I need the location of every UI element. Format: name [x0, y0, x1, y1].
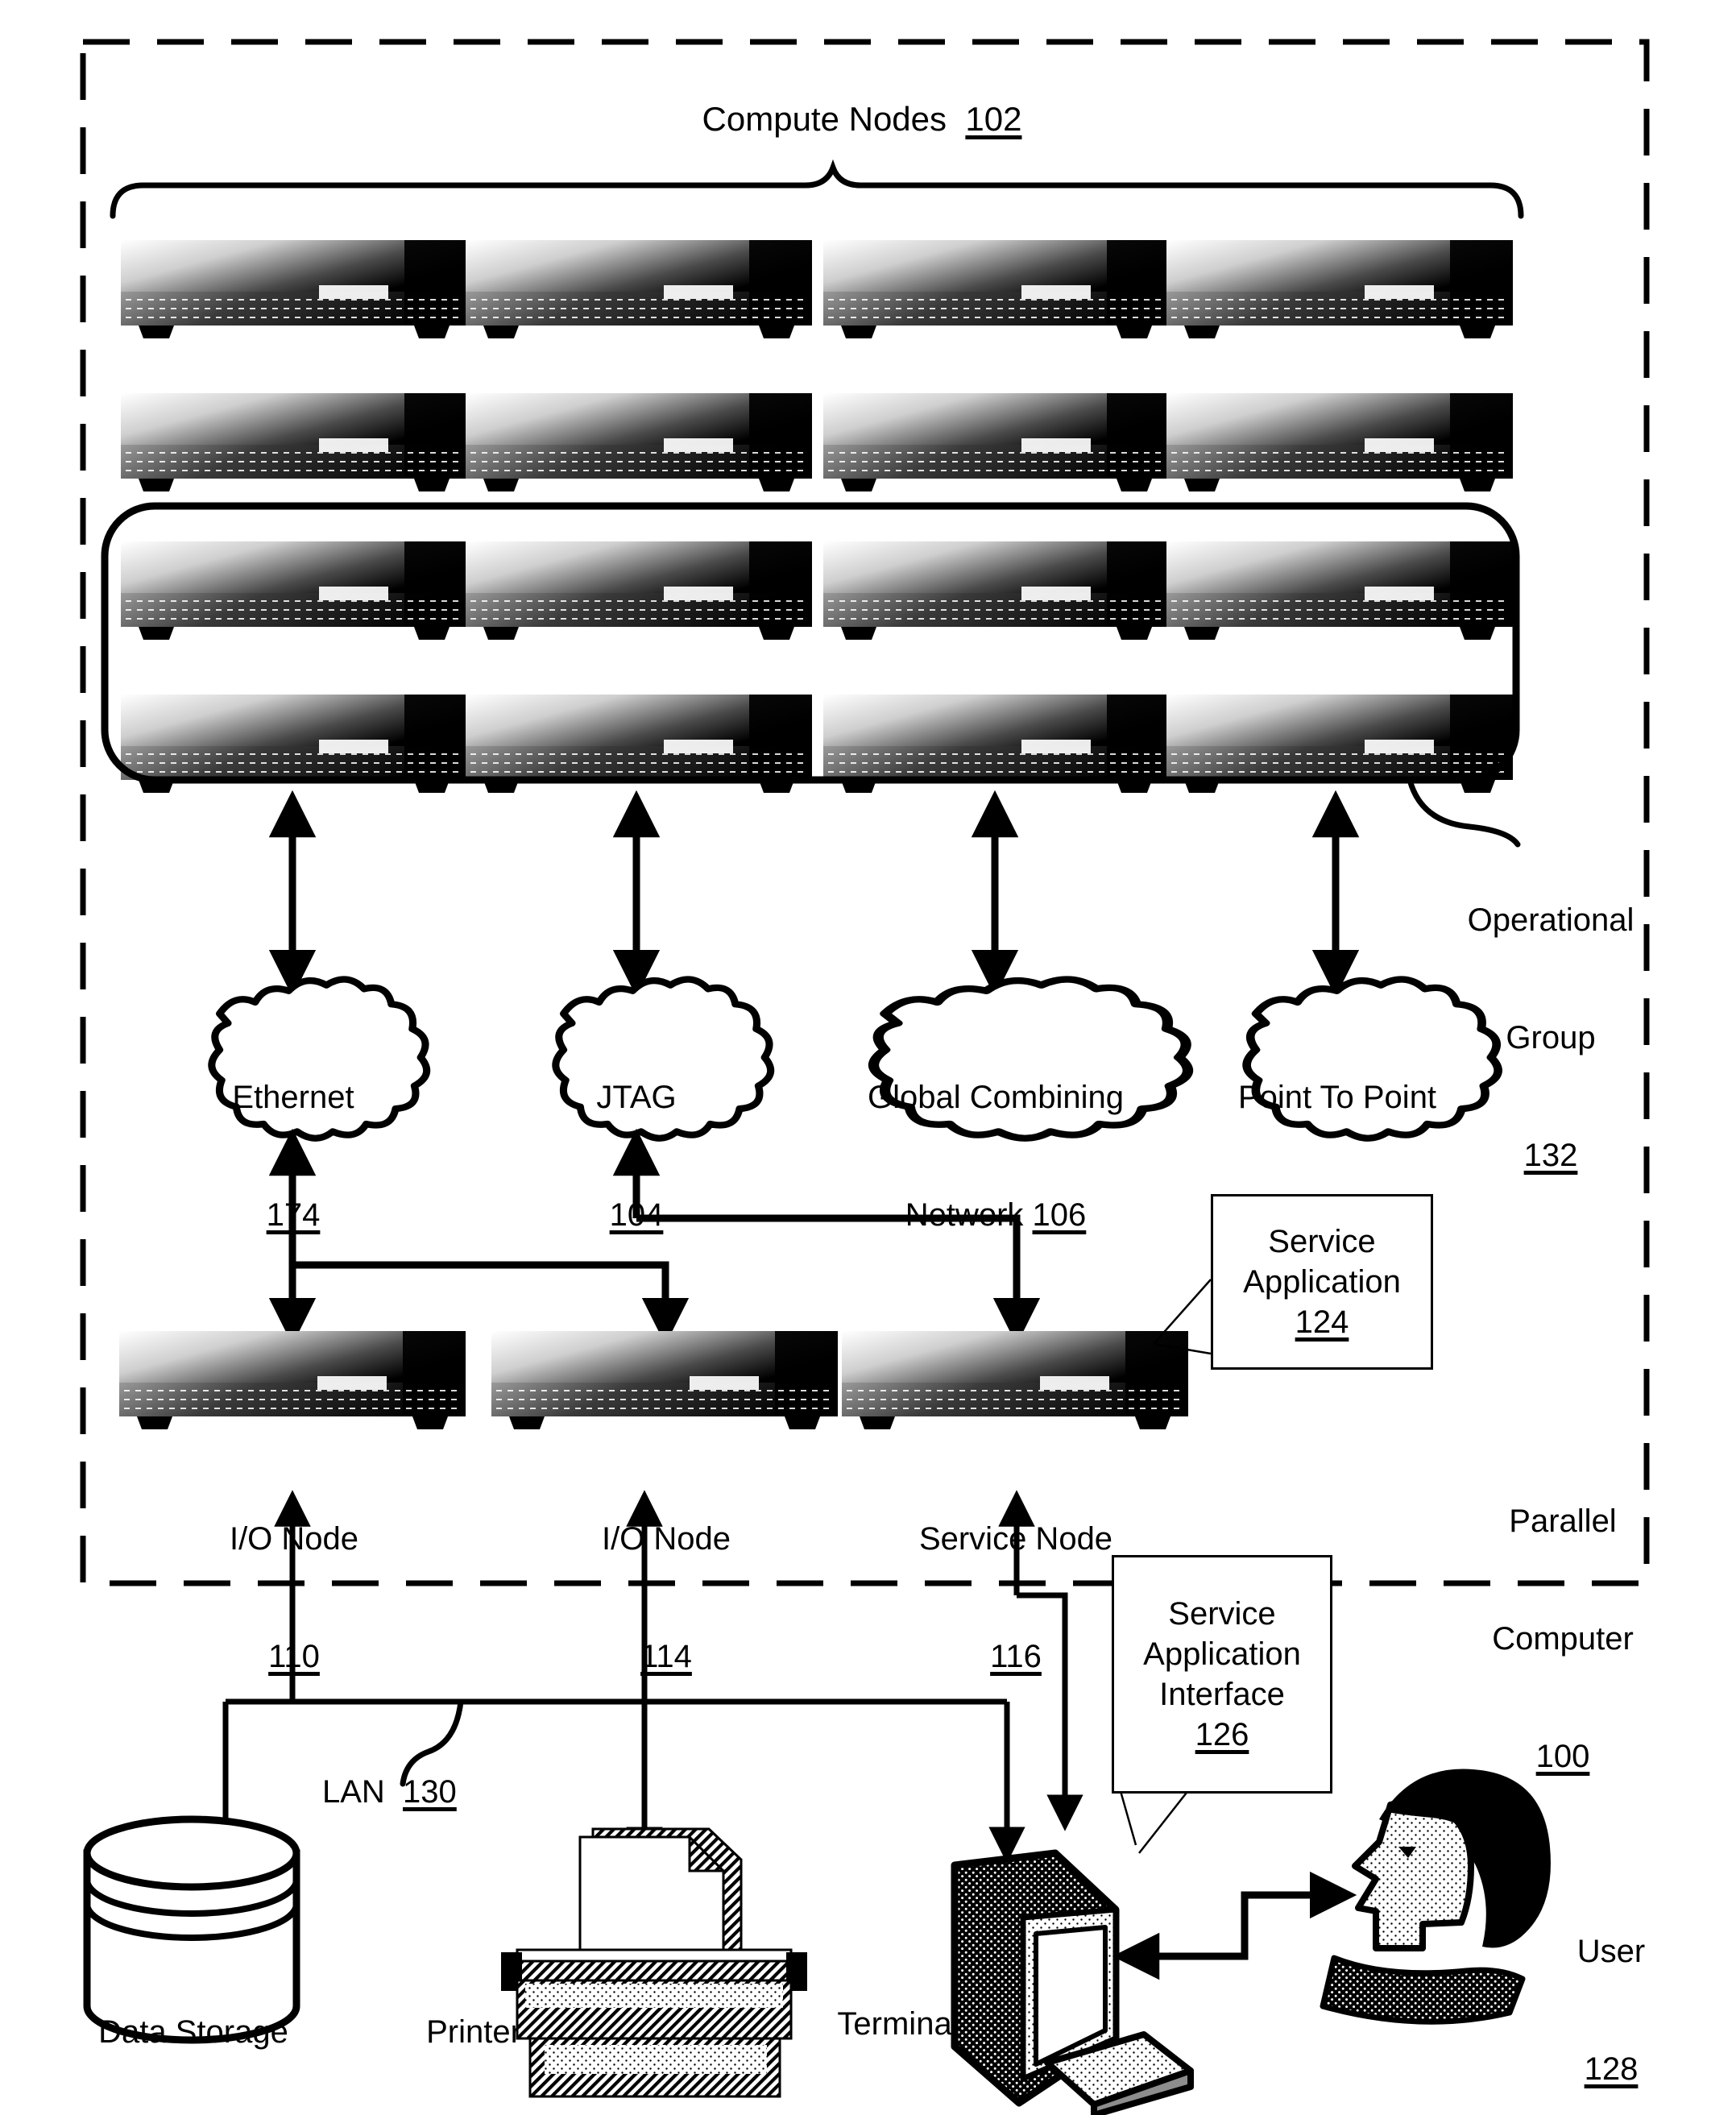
network-label-global-combining: Global Combining Network 106 [814, 999, 1178, 1313]
service-node-graphic [841, 1330, 1189, 1430]
io-node-110-label: I/O Node 110 [229, 1520, 359, 1674]
parallel-computer-num: 100 [1535, 1739, 1590, 1775]
parallel-computer-line2: Computer [1492, 1620, 1634, 1657]
network-label-jtag: JTAG 104 [596, 1079, 677, 1233]
compute-node-grid [120, 239, 1514, 794]
io-node-114-label: I/O Node 114 [601, 1520, 731, 1674]
global-combining-line2: Network 106 [905, 1196, 1087, 1233]
io-node-114-graphic [491, 1330, 839, 1430]
operational-group-line1: Operational [1467, 902, 1634, 938]
parallel-computer-line1: Parallel [1509, 1503, 1617, 1539]
io-node-110-graphic [118, 1330, 466, 1430]
parallel-computer-label: Parallel Computer 100 [1450, 1423, 1676, 1856]
page-title: Compute Nodes 102 [702, 100, 1022, 138]
service-application-interface-callout: Service Application Interface 126 [1112, 1555, 1332, 1794]
patent-figure-canvas: Compute Nodes 102 Operational Group 132 … [0, 0, 1736, 2115]
user-label: User 128 [1576, 1933, 1646, 2087]
terminal-label: Terminal 122 [837, 2005, 959, 2042]
service-application-callout: Service Application 124 [1211, 1194, 1433, 1370]
lan-label: LAN 130 [322, 1774, 457, 1810]
data-storage-label: Data Storage 118 [98, 2013, 288, 2050]
network-label-ethernet: Ethernet 174 [232, 1079, 354, 1233]
printer-label: Printer 120 [426, 2013, 521, 2050]
